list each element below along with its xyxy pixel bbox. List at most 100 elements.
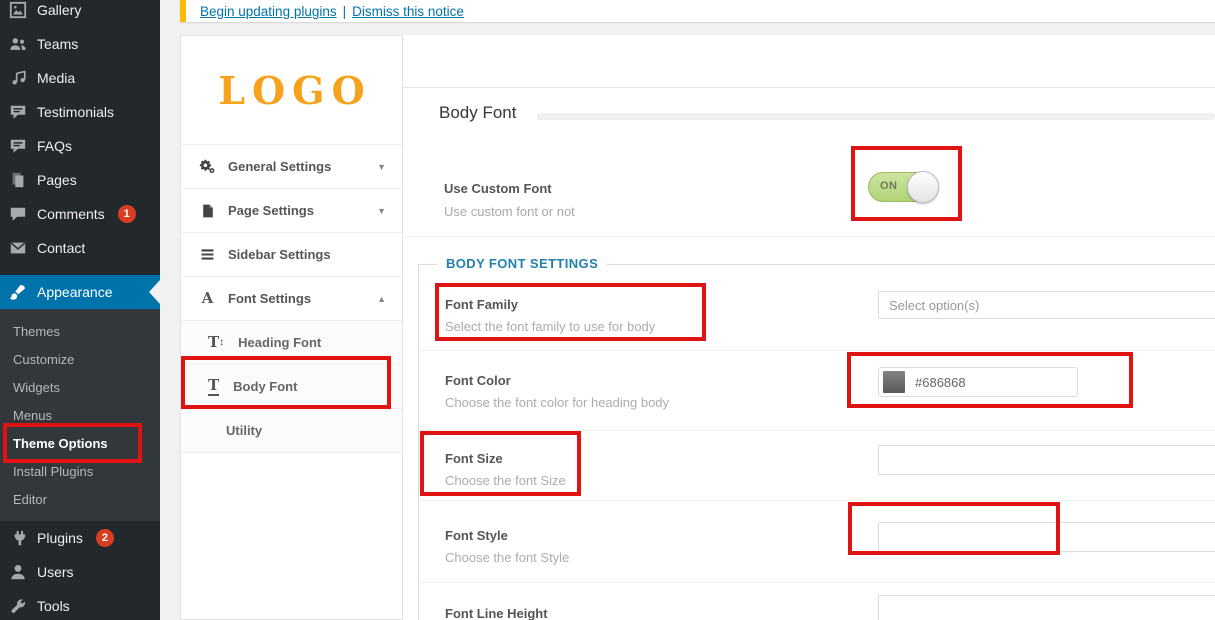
sidebar-item-tools[interactable]: Tools bbox=[0, 589, 160, 620]
submenu-item-themes[interactable]: Themes bbox=[0, 317, 160, 345]
menu-item-label: General Settings bbox=[228, 159, 331, 174]
font-color-input[interactable]: #686868 bbox=[878, 367, 1078, 397]
users-icon bbox=[8, 562, 28, 582]
sidebar-item-label: Tools bbox=[37, 598, 70, 614]
comments-count-badge: 1 bbox=[118, 205, 136, 223]
toggle-state-label: ON bbox=[880, 180, 898, 192]
pages-icon bbox=[8, 170, 28, 190]
submenu-item-label: Heading Font bbox=[238, 335, 321, 350]
submenu-item-menus[interactable]: Menus bbox=[0, 401, 160, 429]
font-family-input[interactable] bbox=[878, 291, 1215, 319]
tools-icon bbox=[8, 596, 28, 616]
sidebar-item-gallery[interactable]: Gallery bbox=[0, 0, 160, 27]
sidebar-item-label: Pages bbox=[37, 172, 77, 188]
teams-icon bbox=[8, 34, 28, 54]
sidebar-item-contact[interactable]: Contact bbox=[0, 231, 160, 265]
sidebar-item-label: Media bbox=[37, 70, 75, 86]
sidebar-item-users[interactable]: Users bbox=[0, 555, 160, 589]
font-line-height-label: Font Line Height bbox=[445, 606, 548, 620]
submenu-item-theme-options[interactable]: Theme Options bbox=[0, 429, 160, 457]
gallery-icon bbox=[8, 0, 28, 20]
sidebar-item-testimonials[interactable]: Testimonials bbox=[0, 95, 160, 129]
submenu-item-body-font[interactable]: T Body Font bbox=[181, 365, 402, 409]
font-color-label: Font Color bbox=[445, 373, 511, 388]
page-icon bbox=[199, 202, 216, 219]
submenu-item-label: Utility bbox=[226, 423, 262, 438]
list-icon bbox=[199, 246, 216, 263]
font-line-height-row: Font Line Height bbox=[419, 583, 1215, 620]
submenu-item-utility[interactable]: Utility bbox=[181, 409, 402, 453]
font-family-desc: Select the font family to use for body bbox=[445, 319, 655, 334]
font-style-label: Font Style bbox=[445, 528, 508, 543]
content-header bbox=[403, 35, 1215, 88]
page-title: Body Font bbox=[439, 103, 517, 123]
sidebar-item-plugins[interactable]: Plugins 2 bbox=[0, 521, 160, 555]
font-style-row: Font Style Choose the font Style bbox=[419, 501, 1215, 583]
begin-updating-plugins-link[interactable]: Begin updating plugins bbox=[200, 4, 337, 19]
plugins-icon bbox=[8, 528, 28, 548]
menu-item-label: Page Settings bbox=[228, 203, 314, 218]
submenu-item-customize[interactable]: Customize bbox=[0, 345, 160, 373]
sidebar-item-label: Gallery bbox=[37, 2, 81, 18]
chevron-down-icon: ▼ bbox=[377, 162, 386, 172]
chevron-up-icon: ▲ bbox=[377, 294, 386, 304]
sidebar-item-label: Comments bbox=[37, 206, 105, 222]
faqs-icon bbox=[8, 136, 28, 156]
logo-box: LOGO bbox=[181, 36, 402, 145]
use-custom-font-desc: Use custom font or not bbox=[444, 204, 575, 219]
body-font-settings-page: Body Font Use Custom Font Use custom fon… bbox=[403, 35, 1215, 620]
sidebar-item-label: Contact bbox=[37, 240, 85, 256]
menu-item-general-settings[interactable]: General Settings ▼ bbox=[181, 145, 402, 189]
menu-item-sidebar-settings[interactable]: Sidebar Settings bbox=[181, 233, 402, 277]
admin-sidebar: Gallery Teams Media Testimonials FAQs Pa… bbox=[0, 0, 160, 620]
testimonials-icon bbox=[8, 102, 28, 122]
sidebar-item-pages[interactable]: Pages bbox=[0, 163, 160, 197]
logo: LOGO bbox=[211, 68, 371, 113]
font-style-input[interactable] bbox=[878, 522, 1215, 552]
submenu-item-label: Body Font bbox=[233, 379, 297, 394]
media-icon bbox=[8, 68, 28, 88]
body-font-settings-fieldset: BODY FONT SETTINGS Font Family Select th… bbox=[418, 264, 1215, 620]
title-divider bbox=[537, 113, 1215, 120]
sidebar-item-label: Appearance bbox=[37, 284, 113, 300]
sidebar-item-comments[interactable]: Comments 1 bbox=[0, 197, 160, 231]
submenu-item-heading-font[interactable]: T↕ Heading Font bbox=[181, 321, 402, 365]
dismiss-notice-link[interactable]: Dismiss this notice bbox=[352, 4, 464, 19]
font-family-row: Font Family Select the font family to us… bbox=[419, 265, 1215, 351]
submenu-item-widgets[interactable]: Widgets bbox=[0, 373, 160, 401]
color-swatch[interactable] bbox=[883, 371, 905, 393]
font-size-input[interactable] bbox=[878, 445, 1215, 475]
sidebar-item-appearance[interactable]: Appearance bbox=[0, 275, 160, 309]
font-a-icon: A bbox=[199, 290, 216, 307]
menu-item-page-settings[interactable]: Page Settings ▼ bbox=[181, 189, 402, 233]
body-font-icon: T bbox=[208, 378, 219, 396]
chevron-down-icon: ▼ bbox=[377, 206, 386, 216]
plugins-count-badge: 2 bbox=[96, 529, 114, 547]
menu-item-font-settings[interactable]: A Font Settings ▲ bbox=[181, 277, 402, 321]
sidebar-item-label: Users bbox=[37, 564, 74, 580]
use-custom-font-label: Use Custom Font bbox=[444, 181, 552, 196]
sidebar-item-label: Plugins bbox=[37, 530, 83, 546]
contact-icon bbox=[8, 238, 28, 258]
font-line-height-input[interactable] bbox=[878, 595, 1215, 620]
sidebar-item-label: Teams bbox=[37, 36, 78, 52]
sidebar-item-teams[interactable]: Teams bbox=[0, 27, 160, 61]
font-size-row: Font Size Choose the font Size bbox=[419, 431, 1215, 501]
font-color-row: Font Color Choose the font color for hea… bbox=[419, 351, 1215, 431]
submenu-item-editor[interactable]: Editor bbox=[0, 485, 160, 513]
font-size-desc: Choose the font Size bbox=[445, 473, 566, 488]
font-size-label: Font Size bbox=[445, 451, 503, 466]
use-custom-font-toggle[interactable]: ON bbox=[868, 172, 938, 202]
sidebar-item-faqs[interactable]: FAQs bbox=[0, 129, 160, 163]
sidebar-item-label: Testimonials bbox=[37, 104, 114, 120]
font-color-desc: Choose the font color for heading body bbox=[445, 395, 669, 410]
toggle-knob[interactable] bbox=[907, 171, 939, 203]
gear-icon bbox=[199, 158, 216, 175]
appearance-submenu: Themes Customize Widgets Menus Theme Opt… bbox=[0, 309, 160, 521]
sidebar-item-media[interactable]: Media bbox=[0, 61, 160, 95]
notice-separator: | bbox=[343, 4, 347, 19]
sidebar-item-label: FAQs bbox=[37, 138, 72, 154]
appearance-icon bbox=[8, 282, 28, 302]
heading-font-icon: T↕ bbox=[208, 335, 224, 350]
submenu-item-install-plugins[interactable]: Install Plugins bbox=[0, 457, 160, 485]
